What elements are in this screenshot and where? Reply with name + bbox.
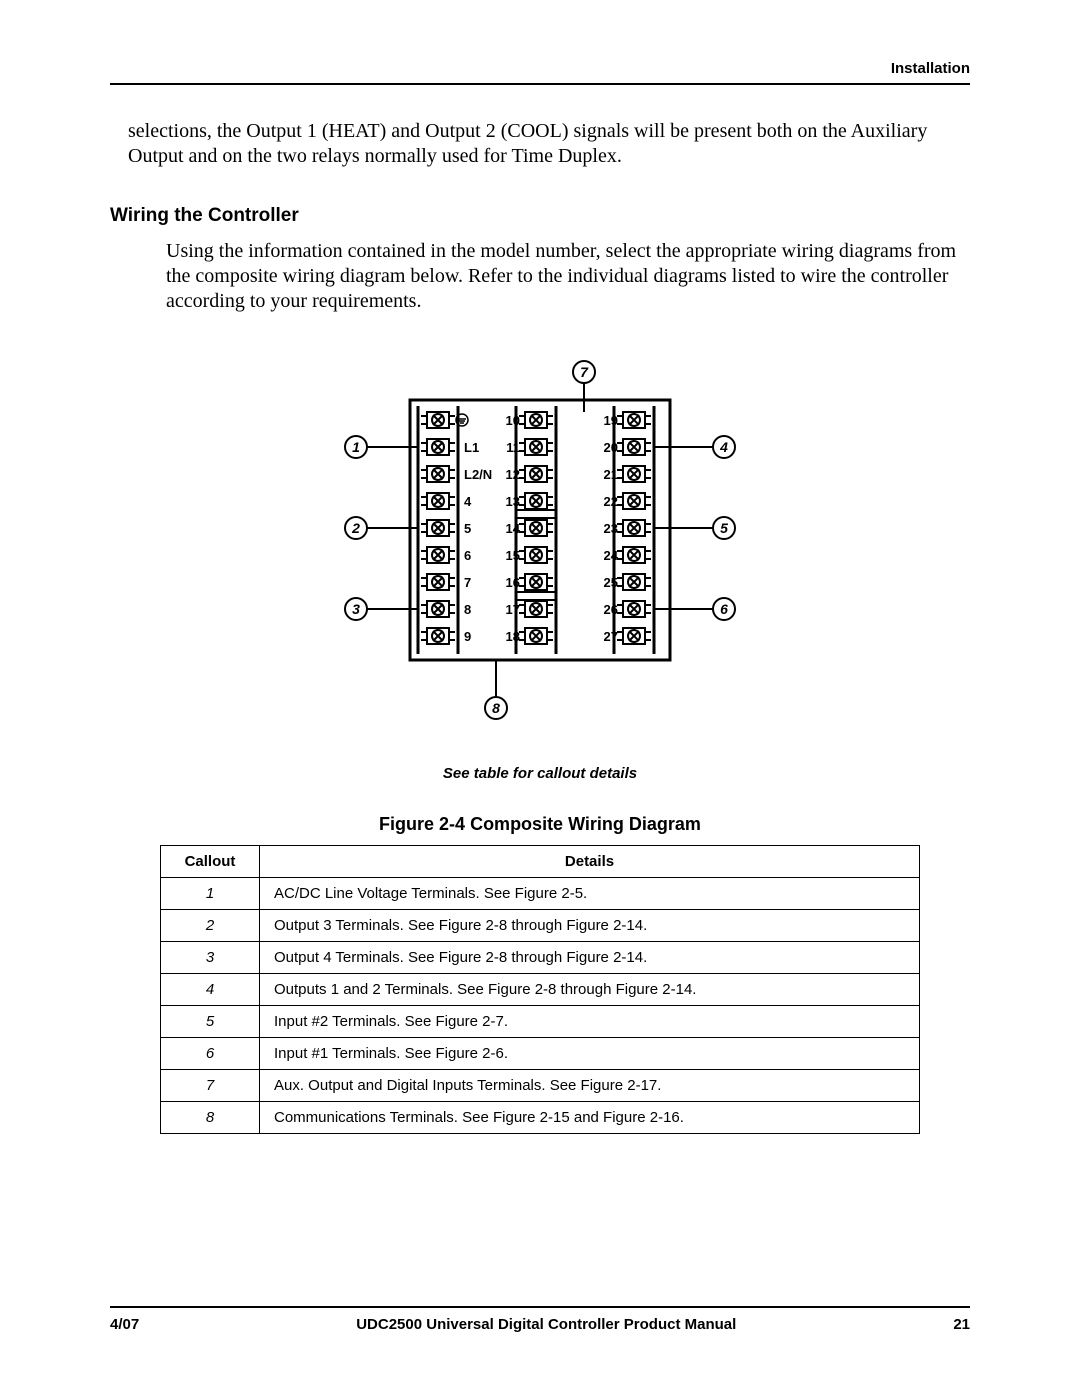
terminal-label: 5 xyxy=(464,521,471,536)
callout-5: 5 xyxy=(720,520,728,536)
terminal-label: 26 xyxy=(604,602,618,617)
table-row: 3 Output 4 Terminals. See Figure 2-8 thr… xyxy=(161,942,920,974)
terminal-label: L2/N xyxy=(464,467,492,482)
callout-num: 3 xyxy=(161,942,260,974)
terminal-label: 8 xyxy=(464,602,471,617)
callout-detail: Output 3 Terminals. See Figure 2-8 throu… xyxy=(260,910,920,942)
table-row: 5 Input #2 Terminals. See Figure 2-7. xyxy=(161,1006,920,1038)
terminal-label: 22 xyxy=(604,494,618,509)
callout-6: 6 xyxy=(720,601,728,617)
section-header: Installation xyxy=(110,60,970,77)
terminal-label: 7 xyxy=(464,575,471,590)
callout-3: 3 xyxy=(352,601,360,617)
table-row: 1 AC/DC Line Voltage Terminals. See Figu… xyxy=(161,878,920,910)
col-callout: Callout xyxy=(161,846,260,878)
terminal-label: 11 xyxy=(506,440,520,455)
callout-num: 6 xyxy=(161,1038,260,1070)
callout-detail: Input #2 Terminals. See Figure 2-7. xyxy=(260,1006,920,1038)
figure-title: Figure 2-4 Composite Wiring Diagram xyxy=(110,814,970,835)
wiring-body: Using the information contained in the m… xyxy=(166,239,966,314)
callout-8: 8 xyxy=(492,700,500,716)
terminal-label: 15 xyxy=(506,548,520,563)
callout-num: 1 xyxy=(161,878,260,910)
callout-detail: Input #1 Terminals. See Figure 2-6. xyxy=(260,1038,920,1070)
terminal-label: 14 xyxy=(506,521,521,536)
terminal-label: 9 xyxy=(464,629,471,644)
callout-2: 2 xyxy=(351,520,360,536)
terminal-label: 19 xyxy=(604,413,618,428)
callout-detail: AC/DC Line Voltage Terminals. See Figure… xyxy=(260,878,920,910)
callout-num: 4 xyxy=(161,974,260,1006)
table-row: 4 Outputs 1 and 2 Terminals. See Figure … xyxy=(161,974,920,1006)
terminal-label: 12 xyxy=(506,467,520,482)
callout-4: 4 xyxy=(719,439,728,455)
table-row: 7 Aux. Output and Digital Inputs Termina… xyxy=(161,1070,920,1102)
page-footer: 4/07 UDC2500 Universal Digital Controlle… xyxy=(110,1306,970,1333)
terminal-label: 10 xyxy=(506,413,520,428)
page-content: Installation selections, the Output 1 (H… xyxy=(110,60,970,1260)
col-details: Details xyxy=(260,846,920,878)
terminal-label: 13 xyxy=(506,494,520,509)
footer-left: 4/07 xyxy=(110,1316,139,1333)
footer-right: 21 xyxy=(953,1316,970,1333)
wiring-heading: Wiring the Controller xyxy=(110,205,970,227)
terminal-label: 6 xyxy=(464,548,471,563)
table-row: 8 Communications Terminals. See Figure 2… xyxy=(161,1102,920,1134)
terminal-label: 20 xyxy=(604,440,618,455)
terminal-label: 16 xyxy=(506,575,520,590)
terminal-label: 25 xyxy=(604,575,618,590)
callout-table: Callout Details 1 AC/DC Line Voltage Ter… xyxy=(160,845,920,1134)
callout-num: 5 xyxy=(161,1006,260,1038)
terminal-label: L1 xyxy=(464,440,479,455)
intro-paragraph: selections, the Output 1 (HEAT) and Outp… xyxy=(128,119,968,169)
wiring-diagram: L1L2/N456789 101112131415161718 19202122… xyxy=(110,350,970,835)
header-rule xyxy=(110,83,970,85)
callout-detail: Aux. Output and Digital Inputs Terminals… xyxy=(260,1070,920,1102)
terminal-label: 27 xyxy=(604,629,618,644)
callout-detail: Communications Terminals. See Figure 2-1… xyxy=(260,1102,920,1134)
callout-num: 8 xyxy=(161,1102,260,1134)
terminal-label: 23 xyxy=(604,521,618,536)
figure-note: See table for callout details xyxy=(110,765,970,782)
callout-num: 2 xyxy=(161,910,260,942)
terminal-label: 24 xyxy=(604,548,619,563)
callout-detail: Outputs 1 and 2 Terminals. See Figure 2-… xyxy=(260,974,920,1006)
callout-detail: Output 4 Terminals. See Figure 2-8 throu… xyxy=(260,942,920,974)
terminal-label: 18 xyxy=(506,629,520,644)
terminal-label: 17 xyxy=(506,602,520,617)
terminal-label: 4 xyxy=(464,494,472,509)
callout-num: 7 xyxy=(161,1070,260,1102)
table-row: 6 Input #1 Terminals. See Figure 2-6. xyxy=(161,1038,920,1070)
callout-7: 7 xyxy=(580,364,589,380)
table-row: 2 Output 3 Terminals. See Figure 2-8 thr… xyxy=(161,910,920,942)
callout-1: 1 xyxy=(352,439,360,455)
footer-center: UDC2500 Universal Digital Controller Pro… xyxy=(139,1316,953,1333)
terminal-label: 21 xyxy=(604,467,618,482)
